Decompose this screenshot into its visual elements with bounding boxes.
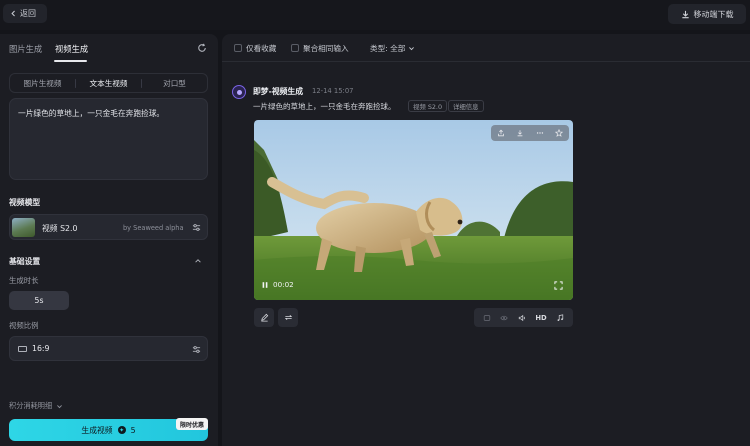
download-icon <box>681 10 689 18</box>
filter-bar <box>222 34 750 62</box>
type-filter-dropdown[interactable]: 类型: 全部 <box>370 43 415 54</box>
download-icon[interactable] <box>516 129 524 137</box>
fullscreen-icon[interactable] <box>554 281 563 290</box>
video-controls: 00:02 <box>261 280 294 289</box>
chevron-down-icon <box>57 404 63 408</box>
points-detail-toggle[interactable]: 积分消耗明细 <box>9 401 63 411</box>
merge-checkbox[interactable] <box>291 44 299 52</box>
hd-button[interactable]: HD <box>535 314 546 322</box>
refresh-icon <box>284 314 292 321</box>
merge-label: 聚合相同输入 <box>303 44 349 53</box>
message-prompt: 一片绿色的草地上，一只金毛在奔跑捡球。 <box>253 102 396 111</box>
back-label: 返回 <box>20 9 36 18</box>
settings-sliders-icon[interactable] <box>192 223 201 232</box>
segment-image-to-video[interactable]: 图片生视频 <box>10 74 75 92</box>
avatar <box>232 85 246 99</box>
reset-icon[interactable] <box>197 43 207 53</box>
message-title: 即梦-视频生成 <box>253 87 304 96</box>
chevron-up-icon[interactable] <box>194 257 202 265</box>
pencil-icon <box>260 313 268 322</box>
regenerate-button[interactable] <box>278 308 298 327</box>
prompt-input[interactable]: 一片绿色的草地上，一只金毛在奔跑捡球。 <box>9 98 208 180</box>
tab-video-generation[interactable]: 视频生成 <box>55 43 88 55</box>
star-icon[interactable] <box>555 129 564 137</box>
settings-sliders-icon[interactable] <box>192 345 201 354</box>
promo-badge: 限时优惠 <box>176 418 208 430</box>
video-timestamp: 00:02 <box>273 280 294 289</box>
music-note-icon[interactable] <box>556 313 564 322</box>
tab-image-generation[interactable]: 图片生成 <box>9 43 42 55</box>
video-toolbar <box>491 125 569 141</box>
active-tab-indicator <box>54 60 87 62</box>
video-player[interactable]: 00:02 <box>254 120 573 300</box>
top-bar <box>0 0 750 30</box>
segment-text-to-video[interactable]: 文本生视频 <box>76 74 141 92</box>
video-frame <box>254 120 573 300</box>
favorites-label: 仅看收藏 <box>246 44 277 53</box>
video-tool-group: HD <box>474 308 573 327</box>
aspect-ratio-icon <box>18 346 27 352</box>
model-selector[interactable]: 视频 S2.0 by Seaweed alpha <box>9 214 208 240</box>
edit-button[interactable] <box>254 308 274 327</box>
model-thumbnail <box>12 218 35 237</box>
model-provider: by Seaweed alpha <box>123 224 184 232</box>
history-panel: 仅看收藏 聚合相同输入 类型: 全部 即梦-视频生成 12-14 15:07 一… <box>222 34 750 446</box>
detail-chip[interactable]: 详细信息 <box>448 100 484 112</box>
generate-cost: 5 <box>130 425 136 435</box>
credit-icon: ✦ <box>117 426 126 434</box>
mobile-download-button[interactable]: 移动端下载 <box>668 4 746 24</box>
mode-segmented-control: 图片生视频 文本生视频 对口型 <box>9 73 208 93</box>
basic-settings-title: 基础设置 <box>9 257 41 266</box>
back-button[interactable]: 返回 <box>3 4 47 23</box>
segment-lip-sync[interactable]: 对口型 <box>142 74 207 92</box>
ratio-selector[interactable]: 16:9 <box>9 336 208 361</box>
chevron-down-icon <box>409 47 415 51</box>
points-label: 积分消耗明细 <box>9 401 53 410</box>
frame-icon[interactable] <box>483 314 491 322</box>
ratio-value: 16:9 <box>32 344 50 353</box>
model-name: 视频 S2.0 <box>42 224 78 233</box>
left-panel: 图片生成 视频生成 图片生视频 文本生视频 对口型 一片绿色的草地上，一只金毛在… <box>0 34 218 446</box>
ratio-label: 视频比例 <box>9 321 39 330</box>
model-section-title: 视频模型 <box>9 198 41 207</box>
type-filter-label: 类型: 全部 <box>370 44 406 53</box>
more-icon[interactable] <box>536 129 544 137</box>
duration-label: 生成时长 <box>9 276 39 285</box>
message-timestamp: 12-14 15:07 <box>312 87 354 95</box>
share-icon[interactable] <box>497 129 505 137</box>
generate-label: 生成视频 <box>81 425 113 435</box>
favorites-checkbox[interactable] <box>234 44 242 52</box>
mobile-download-label: 移动端下载 <box>693 9 734 19</box>
pause-icon[interactable] <box>261 281 269 289</box>
chevron-left-icon <box>11 10 15 17</box>
duration-option-5s[interactable]: 5s <box>9 291 69 310</box>
model-chip: 视频 S2.0 <box>408 100 448 112</box>
eye-icon[interactable] <box>500 314 508 322</box>
sound-icon[interactable] <box>518 314 526 322</box>
